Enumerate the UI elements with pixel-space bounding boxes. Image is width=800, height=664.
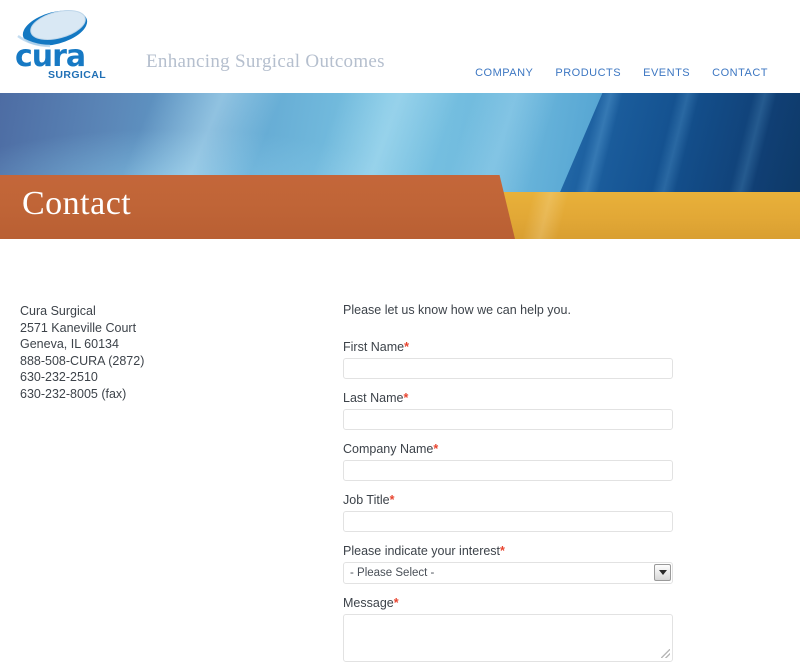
job-title-input[interactable] (343, 511, 673, 532)
contact-line-street: 2571 Kaneville Court (20, 320, 137, 335)
caret-glyph (658, 570, 667, 575)
site-header: cura SURGICAL Enhancing Surgical Outcome… (0, 0, 800, 93)
contact-line-city: Geneva, IL 60134 (20, 337, 119, 351)
label-last-name-text: Last Name (343, 391, 404, 405)
contact-line-fax: 630-232-8005 (fax) (20, 386, 127, 401)
label-job-title: Job Title* (343, 493, 675, 507)
label-first-name-text: First Name (343, 340, 405, 354)
chevron-down-icon[interactable] (654, 564, 671, 581)
company-name-input[interactable] (343, 460, 673, 481)
message-field-wrapper (343, 614, 673, 662)
label-job-title-text: Job Title (343, 493, 390, 507)
contact-line-company: Cura Surgical (20, 304, 96, 318)
page-title: Contact (22, 185, 132, 222)
nav-item-contact[interactable]: CONTACT (712, 67, 768, 79)
required-asterisk: * (403, 391, 409, 405)
main-content: Cura Surgical 2571 Kaneville Court Genev… (0, 239, 800, 664)
label-first-name: First Name* (343, 340, 675, 354)
label-interest: Please indicate your interest* (343, 544, 675, 558)
required-asterisk: * (500, 544, 505, 558)
contact-form: Please let us know how we can help you. … (343, 303, 675, 664)
interest-select[interactable]: - Please Select - (343, 562, 673, 584)
page-banner: Contact (0, 93, 800, 239)
label-company-name-text: Company Name (343, 442, 434, 456)
contact-address-block: Cura Surgical 2571 Kaneville Court Genev… (20, 303, 144, 402)
main-navigation: COMPANY PRODUCTS EVENTS CONTACT (475, 67, 768, 79)
last-name-input[interactable] (343, 409, 673, 430)
logo[interactable]: cura SURGICAL (10, 4, 106, 86)
label-message-text: Message (343, 596, 394, 610)
contact-line-tollfree: 888-508-CURA (2872) (20, 353, 145, 368)
logo-subtext: SURGICAL (48, 69, 107, 81)
message-textarea[interactable] (343, 614, 673, 662)
contact-line-phone: 630-232-2510 (20, 370, 98, 384)
nav-item-events[interactable]: EVENTS (643, 67, 690, 79)
label-last-name: Last Name* (343, 391, 675, 405)
label-message: Message* (343, 596, 675, 610)
first-name-input[interactable] (343, 358, 673, 379)
form-intro-text: Please let us know how we can help you. (343, 303, 571, 317)
required-asterisk: * (404, 340, 409, 354)
required-asterisk: * (389, 493, 395, 507)
nav-item-company[interactable]: COMPANY (475, 67, 533, 79)
required-asterisk: * (393, 596, 399, 610)
logo-wordmark: cura (15, 39, 86, 74)
required-asterisk: * (433, 442, 439, 456)
interest-select-value[interactable]: - Please Select - (343, 562, 673, 584)
tagline: Enhancing Surgical Outcomes (146, 51, 385, 72)
nav-item-products[interactable]: PRODUCTS (555, 67, 621, 79)
label-interest-text: Please indicate your interest (343, 544, 501, 558)
label-company-name: Company Name* (343, 442, 675, 456)
